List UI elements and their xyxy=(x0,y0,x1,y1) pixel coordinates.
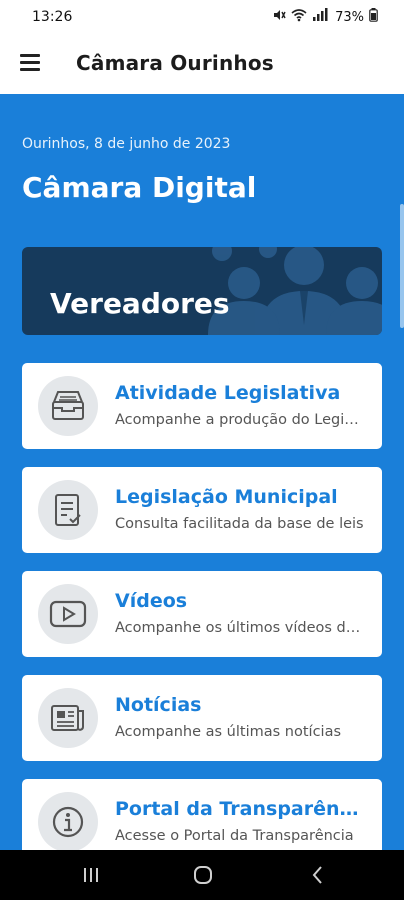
banner-label: Vereadores xyxy=(50,287,230,320)
status-icons: 73% xyxy=(272,8,378,26)
card-legislacao-municipal[interactable]: Legislação Municipal Consulta facilitada… xyxy=(22,467,382,553)
back-icon[interactable] xyxy=(302,862,332,888)
card-title: Legislação Municipal xyxy=(115,486,338,508)
archive-box-icon xyxy=(38,376,98,436)
newspaper-icon xyxy=(38,688,98,748)
app-title: Câmara Ourinhos xyxy=(76,51,274,75)
scrollbar[interactable] xyxy=(400,204,404,328)
card-title: Notícias xyxy=(115,694,202,716)
battery-percent: 73% xyxy=(335,9,364,25)
recent-apps-icon[interactable] xyxy=(76,862,106,888)
wifi-icon xyxy=(291,8,307,26)
main-content[interactable]: Ourinhos, 8 de junho de 2023 Câmara Digi… xyxy=(0,94,404,850)
hamburger-menu-icon[interactable] xyxy=(20,54,40,71)
card-noticias[interactable]: Notícias Acompanhe as últimas notícias xyxy=(22,675,382,761)
card-atividade-legislativa[interactable]: Atividade Legislativa Acompanhe a produç… xyxy=(22,363,382,449)
page-title: Câmara Digital xyxy=(22,171,257,204)
card-videos[interactable]: Vídeos Acompanhe os últimos vídeos da Câ… xyxy=(22,571,382,657)
current-date: Ourinhos, 8 de junho de 2023 xyxy=(22,136,231,152)
status-time: 13:26 xyxy=(32,9,73,25)
card-subtitle: Consulta facilitada da base de leis xyxy=(115,516,364,532)
battery-icon xyxy=(369,8,378,26)
mute-icon xyxy=(272,8,286,26)
app-bar: Câmara Ourinhos xyxy=(0,34,404,94)
card-title: Vídeos xyxy=(115,590,188,612)
navigation-bar xyxy=(0,850,404,900)
home-icon[interactable] xyxy=(188,862,218,888)
signal-icon xyxy=(312,8,330,26)
card-subtitle: Acompanhe as últimas notícias xyxy=(115,724,342,740)
status-bar: 13:26 73% xyxy=(0,0,404,34)
card-subtitle: Acesse o Portal da Transparência xyxy=(115,828,354,844)
document-check-icon xyxy=(38,480,98,540)
card-portal-transparencia[interactable]: Portal da Transparência Acesse o Portal … xyxy=(22,779,382,850)
video-play-icon xyxy=(38,584,98,644)
card-title: Portal da Transparência xyxy=(115,798,367,820)
card-title: Atividade Legislativa xyxy=(115,382,341,404)
card-subtitle: Acompanhe os últimos vídeos da Câmara xyxy=(115,620,365,636)
card-subtitle: Acompanhe a produção do Legislativo xyxy=(115,412,365,428)
info-icon xyxy=(38,792,98,850)
vereadores-banner[interactable]: Vereadores xyxy=(22,247,382,335)
